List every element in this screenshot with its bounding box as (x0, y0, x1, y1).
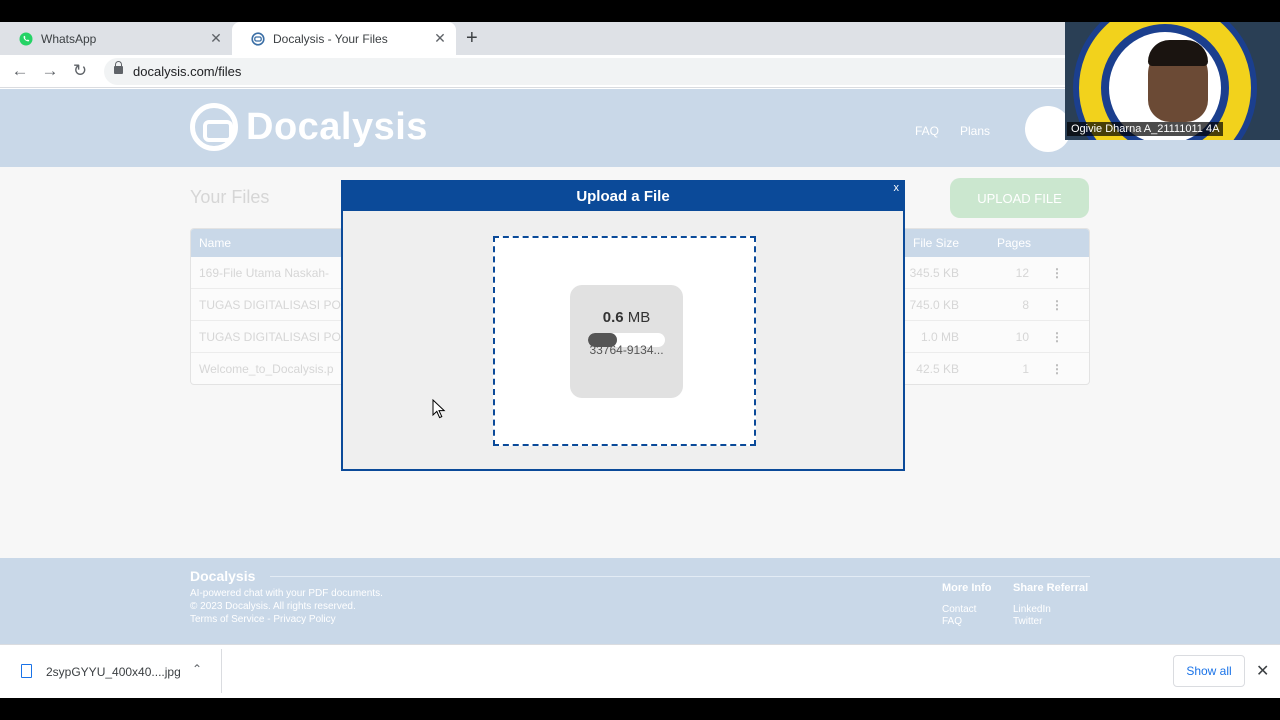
docalysis-page: Docalysis FAQ Plans Your Files UPLOAD FI… (0, 89, 1280, 644)
forward-arrow-icon[interactable]: → (39, 60, 61, 82)
footer-divider (270, 576, 1090, 577)
file-size: 745.0 KB (909, 298, 959, 312)
presenter-name: Ogivie Dharna A_21111011 4A (1067, 122, 1224, 136)
back-arrow-icon[interactable]: ← (9, 60, 31, 82)
presenter-hair (1148, 40, 1208, 66)
file-size: 345.5 KB (909, 266, 959, 280)
modal-title-text: Upload a File (576, 188, 670, 205)
tab-docalysis[interactable]: Docalysis - Your Files ✕ (232, 22, 456, 55)
download-file-name[interactable]: 2sypGYYU_400x40....jpg (46, 665, 181, 679)
file-size-value: 0.6 (602, 309, 624, 326)
close-icon[interactable]: ✕ (1256, 661, 1269, 681)
footer-copyright: © 2023 Docalysis. All rights reserved. (190, 601, 356, 612)
download-divider (221, 649, 222, 693)
browser-window: WhatsApp ✕ Docalysis - Your Files ✕ + ← … (0, 22, 1280, 698)
uploading-file-name: 33764-9134... (589, 343, 664, 357)
file-size-unit: MB (627, 309, 651, 326)
footer-legal-links[interactable]: Terms of Service - Privacy Policy (190, 614, 336, 625)
more-options-icon[interactable]: ⋮ (1051, 362, 1063, 376)
file-size: 42.5 KB (916, 362, 959, 376)
footer-brand: Docalysis (190, 568, 256, 584)
docalysis-logo-icon (190, 103, 238, 151)
download-bar: 2sypGYYU_400x40....jpg ⌃ Show all ✕ (0, 644, 1280, 698)
new-tab-icon[interactable]: + (466, 27, 478, 50)
file-size-label: 0.6 MB (570, 309, 683, 326)
chevron-up-icon[interactable]: ⌃ (192, 662, 202, 676)
page-title: Your Files (190, 187, 270, 207)
file-name: TUGAS DIGITALISASI PO (199, 298, 341, 312)
lock-icon (114, 61, 123, 74)
footer-twitter-link[interactable]: Twitter (1013, 616, 1042, 627)
modal-close-icon[interactable]: x (894, 174, 900, 203)
file-size: 1.0 MB (920, 330, 959, 344)
close-tab-icon[interactable]: ✕ (432, 30, 448, 47)
uploading-file-card: 0.6 MB 33764-9134... (570, 285, 683, 398)
reload-icon[interactable]: ↻ (69, 60, 91, 82)
footer-tagline: AI-powered chat with your PDF documents. (190, 588, 383, 599)
file-name: Welcome_to_Docalysis.p (199, 362, 334, 376)
upload-file-button[interactable]: UPLOAD FILE (950, 178, 1089, 218)
upload-modal: Upload a File x 0.6 MB 33764-9134... (341, 180, 905, 471)
more-options-icon[interactable]: ⋮ (1051, 298, 1063, 312)
whatsapp-icon (19, 32, 33, 45)
nav-plans-link[interactable]: Plans (960, 124, 990, 138)
nav-faq-link[interactable]: FAQ (915, 124, 939, 138)
close-tab-icon[interactable]: ✕ (208, 30, 224, 47)
more-options-icon[interactable]: ⋮ (1051, 330, 1063, 344)
site-footer: Docalysis AI-powered chat with your PDF … (0, 558, 1280, 644)
tab-whatsapp[interactable]: WhatsApp ✕ (0, 22, 232, 55)
brand-name: Docalysis (246, 105, 428, 148)
file-icon (21, 664, 32, 678)
file-name: TUGAS DIGITALISASI PO (199, 330, 341, 344)
footer-linkedin-link[interactable]: LinkedIn (1013, 604, 1051, 615)
footer-share-heading: Share Referral (1013, 582, 1089, 594)
mouse-cursor-icon (432, 399, 446, 419)
show-all-button[interactable]: Show all (1173, 655, 1245, 687)
url-text: docalysis.com/files (133, 64, 242, 79)
file-pages: 8 (1022, 298, 1029, 312)
column-header-pages[interactable]: Pages (997, 236, 1031, 250)
footer-contact-link[interactable]: Contact (942, 604, 976, 615)
file-pages: 1 (1022, 362, 1029, 376)
file-pages: 12 (1015, 266, 1029, 280)
file-name: 169-File Utama Naskah- (199, 266, 330, 280)
file-pages: 10 (1015, 330, 1029, 344)
column-header-name[interactable]: Name (199, 236, 231, 250)
modal-title: Upload a File x (343, 182, 903, 211)
file-dropzone[interactable]: 0.6 MB 33764-9134... (493, 236, 756, 446)
footer-more-info-heading: More Info (942, 582, 992, 594)
webcam-overlay: Ogivie Dharna A_21111011 4A (1065, 22, 1280, 140)
column-header-size[interactable]: File Size (913, 236, 959, 250)
tab-title: WhatsApp (41, 31, 97, 46)
docalysis-icon (251, 31, 265, 46)
site-logo[interactable]: Docalysis (190, 103, 428, 151)
footer-faq-link[interactable]: FAQ (942, 616, 962, 627)
more-options-icon[interactable]: ⋮ (1051, 266, 1063, 280)
tab-title: Docalysis - Your Files (273, 31, 388, 46)
